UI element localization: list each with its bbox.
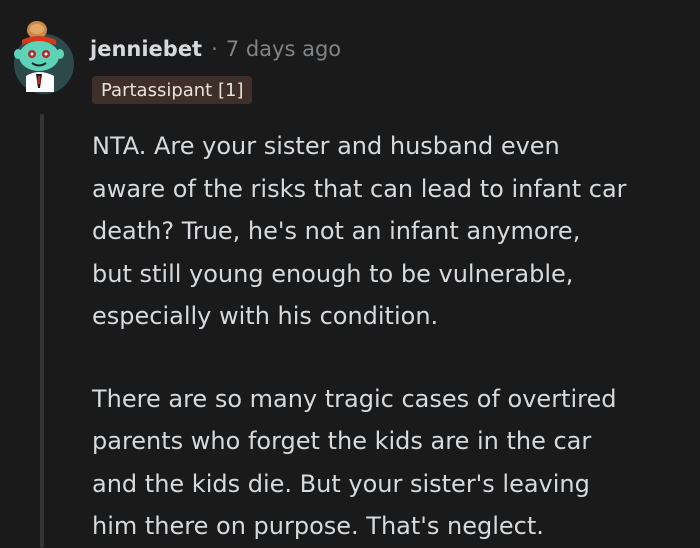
username-link[interactable]: jenniebet xyxy=(90,37,202,61)
comment-body: NTA. Are your sister and husband even aw… xyxy=(92,125,692,548)
comment-meta: jenniebet · 7 days ago xyxy=(90,34,341,64)
thread-line[interactable] xyxy=(40,114,44,548)
snoo-avatar-icon[interactable] xyxy=(10,18,78,98)
user-flair: Partassipant [1] xyxy=(92,76,253,104)
meta-separator: · xyxy=(211,37,218,61)
timestamp[interactable]: 7 days ago xyxy=(226,37,341,61)
comment-paragraph: NTA. Are your sister and husband even aw… xyxy=(92,132,627,330)
comment-paragraph: There are so many tragic cases of overti… xyxy=(92,384,617,541)
